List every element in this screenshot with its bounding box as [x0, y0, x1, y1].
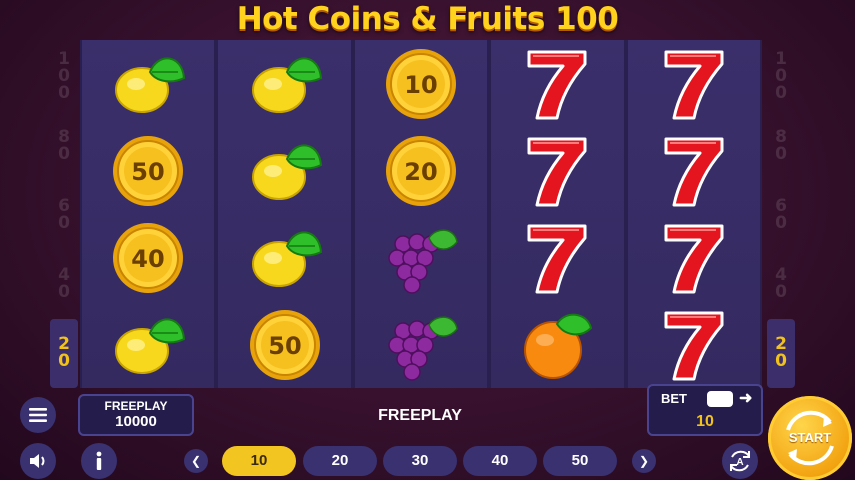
sound-button[interactable] [20, 443, 56, 479]
info-button[interactable] [81, 443, 117, 479]
bet-panel: BET ➜ 10 [647, 384, 763, 436]
coin-icon: 50 [82, 127, 214, 214]
payline-number: 60 [775, 196, 787, 233]
autoplay-button[interactable]: A [722, 443, 758, 479]
payline-slot: 20 [50, 318, 78, 389]
arrow-right-icon: ➜ [739, 390, 753, 407]
bet-option-40[interactable]: 40 [463, 446, 537, 476]
lemon-icon [82, 301, 214, 388]
reel-5 [625, 40, 763, 388]
bet-prev-button[interactable]: ❮ [184, 449, 208, 473]
seven-icon [628, 214, 760, 301]
payline-indicator-left: 100 80 60 40 20 [50, 42, 78, 389]
reel-1: 50 40 [80, 40, 217, 388]
game-title: Hot Coins & Fruits 100 [236, 1, 619, 37]
lemon-icon [218, 214, 350, 301]
bet-toggle[interactable] [707, 391, 733, 407]
payline-number: 60 [58, 196, 70, 233]
coin-value: 20 [404, 158, 437, 186]
bet-option-50[interactable]: 50 [543, 446, 617, 476]
payline-number: 20 [58, 334, 70, 372]
payline-slot: 80 [767, 111, 795, 180]
payline-slot: 100 [767, 42, 795, 111]
bet-label: BET [661, 391, 687, 406]
payline-slot: 40 [767, 250, 795, 319]
payline-indicator-right: 100 80 60 40 20 [767, 42, 795, 389]
coin-icon: 40 [82, 214, 214, 301]
seven-icon [491, 127, 623, 214]
coin-icon: 20 [355, 127, 487, 214]
seven-icon [628, 40, 760, 127]
info-icon [96, 451, 102, 470]
payline-slot: 20 [767, 318, 795, 389]
bet-value: 10 [696, 413, 714, 430]
payline-slot: 60 [50, 180, 78, 249]
balance-label: FREEPLAY [104, 399, 168, 413]
svg-text:A: A [736, 457, 743, 468]
coin-value: 50 [268, 332, 301, 360]
bet-option-30[interactable]: 30 [383, 446, 457, 476]
balance-panel: FREEPLAY 10000 [78, 394, 194, 436]
menu-button[interactable] [20, 397, 56, 433]
payline-number: 20 [775, 334, 787, 372]
grapes-icon [355, 301, 487, 388]
chevron-left-icon: ❮ [190, 454, 202, 468]
autoplay-icon: A [730, 450, 750, 472]
status-text: FREEPLAY [378, 407, 462, 424]
reel-3: 10 20 [352, 40, 490, 388]
payline-slot: 80 [50, 111, 78, 180]
seven-icon [491, 214, 623, 301]
payline-number: 40 [775, 265, 787, 303]
seven-icon [628, 301, 760, 388]
reel-4 [489, 40, 626, 388]
start-label: START [788, 430, 832, 445]
bet-next-button[interactable]: ❯ [632, 449, 656, 473]
reel-area: 50 40 50 10 20 [80, 40, 763, 388]
payline-number: 40 [58, 265, 70, 303]
balance-value: 10000 [115, 413, 157, 430]
lemon-icon [218, 40, 350, 127]
payline-number: 80 [775, 126, 787, 164]
menu-icon [29, 408, 47, 422]
bet-option-10[interactable]: 10 [222, 446, 296, 476]
lemon-icon [82, 40, 214, 127]
coin-value: 40 [132, 245, 165, 273]
chevron-right-icon: ❯ [638, 454, 650, 468]
payline-number: 80 [58, 126, 70, 164]
coin-icon: 50 [218, 301, 350, 388]
payline-slot: 100 [50, 42, 78, 111]
lemon-icon [218, 127, 350, 214]
coin-icon: 10 [355, 40, 487, 127]
seven-icon [491, 40, 623, 127]
seven-icon [628, 127, 760, 214]
coin-value: 50 [132, 158, 165, 186]
payline-slot: 40 [50, 250, 78, 319]
grapes-icon [355, 214, 487, 301]
payline-number: 100 [58, 49, 70, 104]
payline-slot: 60 [767, 180, 795, 249]
payline-number: 100 [775, 49, 787, 104]
start-button[interactable]: START [768, 396, 852, 480]
orange-icon [491, 301, 623, 388]
speaker-icon [30, 454, 45, 468]
coin-value: 10 [404, 71, 437, 99]
bet-option-20[interactable]: 20 [303, 446, 377, 476]
reel-2: 50 [216, 40, 353, 388]
